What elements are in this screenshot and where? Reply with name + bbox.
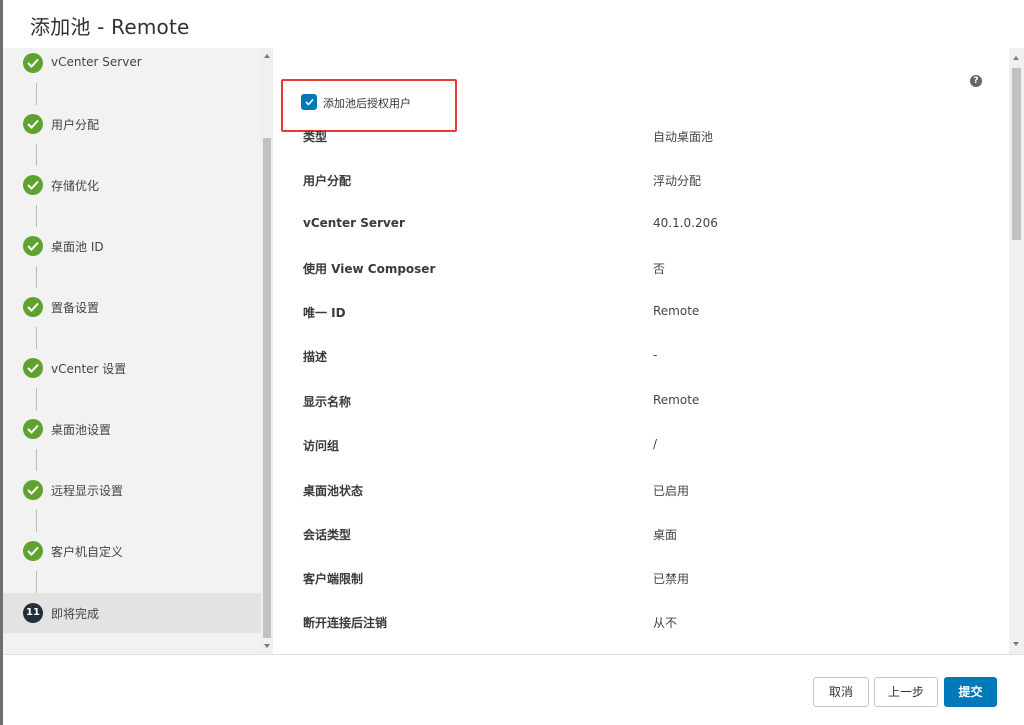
summary-value: 桌面	[653, 528, 678, 542]
summary-value: 否	[653, 262, 666, 276]
check-icon	[23, 480, 43, 500]
wizard-steps-sidebar: vCenter Server 用户分配 存储优化 桌面池 ID 置备设置 vCe…	[3, 48, 273, 654]
summary-key: 显示名称	[303, 395, 352, 409]
check-icon	[23, 419, 43, 439]
summary-row: 访问组 /	[303, 437, 1003, 457]
check-icon	[23, 175, 43, 195]
summary-row: 桌面池状态 已启用	[303, 482, 1003, 502]
summary-scrollbar[interactable]	[1009, 48, 1024, 654]
scroll-down-icon[interactable]	[1013, 642, 1019, 646]
step-label: 桌面池设置	[51, 423, 112, 437]
summary-row: 显示名称 Remote	[303, 393, 1003, 413]
summary-value: 浮动分配	[653, 174, 702, 188]
summary-key: 会话类型	[303, 528, 352, 542]
step-label: vCenter Server	[51, 55, 142, 69]
summary-key: 桌面池状态	[303, 484, 364, 498]
summary-key: 唯一 ID	[303, 306, 346, 320]
step-connector	[36, 388, 37, 410]
step-pool-settings[interactable]: 桌面池设置	[3, 409, 261, 449]
step-user-assignment[interactable]: 用户分配	[3, 104, 261, 144]
summary-key: 客户端限制	[303, 572, 364, 586]
step-label: 客户机自定义	[51, 545, 124, 559]
summary-key: 访问组	[303, 439, 340, 453]
check-icon	[23, 297, 43, 317]
step-connector	[36, 144, 37, 166]
summary-key: 断开连接后注销	[303, 616, 388, 630]
summary-row: 使用 View Composer 否	[303, 260, 1003, 280]
summary-value: Remote	[653, 393, 700, 407]
summary-value: 从不	[653, 616, 678, 630]
summary-row: 断开连接后注销 从不	[303, 614, 1003, 634]
sidebar-scrollbar[interactable]	[261, 48, 273, 654]
summary-value: 已启用	[653, 484, 690, 498]
step-connector	[36, 205, 37, 227]
dialog-header: 添加池 - Remote	[3, 0, 1024, 48]
summary-row: 客户端限制 已禁用	[303, 570, 1003, 590]
summary-value: 已禁用	[653, 572, 690, 586]
dialog-title: 添加池 - Remote	[30, 15, 190, 39]
step-connector	[36, 266, 37, 288]
scroll-down-icon[interactable]	[264, 644, 270, 648]
step-pool-id[interactable]: 桌面池 ID	[3, 226, 261, 266]
dialog-footer: 取消 上一步 提交	[3, 654, 1024, 725]
summary-row: vCenter Server 40.1.0.206	[303, 216, 1003, 236]
step-connector	[36, 83, 37, 105]
scrollbar-thumb[interactable]	[263, 138, 271, 638]
step-label: vCenter 设置	[51, 362, 127, 376]
summary-key: 用户分配	[303, 174, 352, 188]
help-icon[interactable]: ?	[970, 75, 982, 87]
checkmark-icon	[305, 98, 314, 106]
step-provisioning-settings[interactable]: 置备设置	[3, 287, 261, 327]
step-connector	[36, 510, 37, 532]
summary-row: 唯一 ID Remote	[303, 304, 1003, 324]
summary-panel: ? 添加池后授权用户 类型 自动桌面池 用户分配 浮动分配 vCenter Se…	[273, 48, 1024, 654]
check-icon	[23, 114, 43, 134]
step-storage-optimization[interactable]: 存储优化	[3, 165, 261, 205]
entitle-users-label: 添加池后授权用户	[323, 97, 411, 110]
summary-key: 类型	[303, 130, 328, 144]
back-button[interactable]: 上一步	[874, 677, 938, 707]
step-guest-customization[interactable]: 客户机自定义	[3, 531, 261, 571]
scroll-up-icon[interactable]	[1013, 56, 1019, 60]
step-connector	[36, 327, 37, 349]
step-vcenter-settings[interactable]: vCenter 设置	[3, 348, 261, 388]
step-connector	[36, 571, 37, 593]
summary-row: 用户分配 浮动分配	[303, 172, 1003, 192]
check-icon	[23, 53, 43, 73]
summary-value: -	[653, 348, 658, 362]
check-icon	[23, 358, 43, 378]
summary-row: 会话类型 桌面	[303, 526, 1003, 546]
scroll-up-icon[interactable]	[264, 54, 270, 58]
step-label: 远程显示设置	[51, 484, 124, 498]
summary-row: 描述 -	[303, 348, 1003, 368]
summary-key: 使用 View Composer	[303, 262, 436, 276]
scrollbar-thumb[interactable]	[1012, 68, 1021, 240]
step-label: 即将完成	[51, 607, 100, 621]
submit-button[interactable]: 提交	[944, 677, 997, 707]
add-pool-dialog: 添加池 - Remote vCenter Server 用户分配 存储优化 桌面…	[0, 0, 1024, 725]
step-label: 存储优化	[51, 179, 100, 193]
step-number-badge: 11	[23, 603, 43, 623]
summary-value: /	[653, 437, 658, 451]
step-label: 置备设置	[51, 301, 100, 315]
check-icon	[23, 236, 43, 256]
cancel-button[interactable]: 取消	[813, 677, 869, 707]
summary-row: 类型 自动桌面池	[303, 128, 1003, 148]
summary-key: vCenter Server	[303, 216, 405, 230]
step-ready-to-complete[interactable]: 11 即将完成	[3, 593, 261, 633]
summary-value: 自动桌面池	[653, 130, 714, 144]
summary-key: 描述	[303, 350, 328, 364]
summary-value: Remote	[653, 304, 700, 318]
step-label: 桌面池 ID	[51, 240, 104, 254]
summary-value: 40.1.0.206	[653, 216, 718, 230]
step-remote-display-settings[interactable]: 远程显示设置	[3, 470, 261, 510]
step-label: 用户分配	[51, 118, 100, 132]
step-vcenter-server[interactable]: vCenter Server	[3, 48, 261, 83]
entitle-users-checkbox[interactable]	[301, 94, 317, 110]
check-icon	[23, 541, 43, 561]
step-connector	[36, 449, 37, 471]
